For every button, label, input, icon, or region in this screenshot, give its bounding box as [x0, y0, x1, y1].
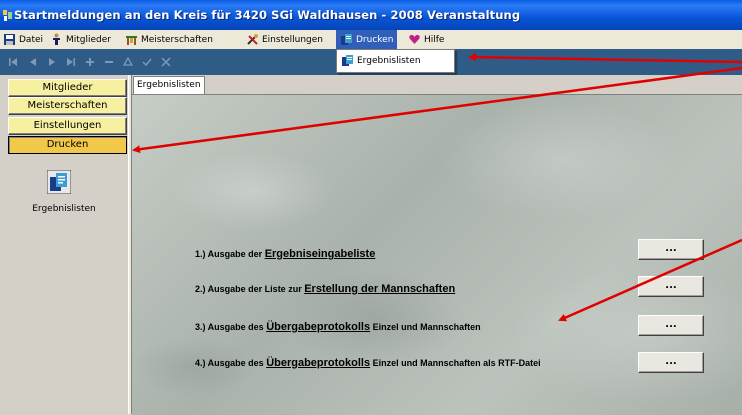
row-text: Einzel und Mannschaften als RTF-Datei [370, 358, 541, 368]
row-text: 2.) Ausgabe der Liste zur [195, 284, 305, 294]
window-title: Startmeldungen an den Kreis für 3420 SGi… [14, 8, 521, 22]
print-button-3[interactable]: ... [638, 315, 704, 336]
menu-label: Mitglieder [66, 34, 111, 45]
menu-bar: Datei Mitglieder Meisterschaften Einstel… [0, 30, 742, 49]
nav-button-drucken[interactable]: Drucken [8, 136, 127, 154]
drucken-dropdown: Ergebnislisten [336, 49, 455, 73]
content-area: Ergebnislisten 1.) Ausgabe der Ergebnise… [132, 75, 742, 415]
dropdown-item-label: Ergebnislisten [357, 55, 421, 66]
print-button-1[interactable]: ... [638, 239, 704, 260]
print-button-2[interactable]: ... [638, 276, 704, 297]
nav-button-meisterschaften[interactable]: Meisterschaften [8, 97, 127, 115]
row-text: 4.) Ausgabe des [195, 358, 267, 368]
menu-label: Einstellungen [262, 34, 324, 45]
row-link[interactable]: Übergabeprotokolls [266, 321, 370, 333]
row-link[interactable]: Übergabeprotokolls [266, 357, 370, 369]
menu-hilfe[interactable]: Hilfe [406, 30, 446, 49]
nav-button-mitglieder[interactable]: Mitglieder [8, 79, 127, 97]
podium-icon [126, 36, 137, 45]
print-option-row-1: 1.) Ausgabe der Ergebniseingabeliste [195, 248, 375, 260]
menu-mitglieder[interactable]: Mitglieder [48, 30, 113, 49]
menu-einstellungen[interactable]: Einstellungen [244, 30, 325, 49]
row-link[interactable]: Erstellung der Mannschaften [304, 283, 455, 295]
menu-label: Hilfe [424, 34, 445, 45]
title-bar: Startmeldungen an den Kreis für 3420 SGi… [0, 0, 742, 30]
save-icon [4, 34, 15, 45]
menu-meisterschaften[interactable]: Meisterschaften [123, 30, 215, 49]
next-record-icon[interactable] [47, 57, 57, 67]
menu-label: Meisterschaften [141, 34, 213, 45]
menu-label: Drucken [356, 34, 394, 45]
app-icon [3, 10, 12, 21]
row-text: 3.) Ausgabe des [195, 322, 267, 332]
dropdown-item-ergebnislisten[interactable]: Ergebnislisten [341, 54, 421, 67]
print-option-row-4: 4.) Ausgabe des Übergabeprotokolls Einze… [195, 357, 541, 369]
print-icon [341, 34, 352, 45]
tools-icon [247, 34, 258, 45]
print-icon [342, 55, 353, 66]
ergebnislisten-label: Ergebnislisten [32, 204, 96, 214]
left-navigation-panel: Mitglieder Meisterschaften Einstellungen… [0, 75, 128, 414]
post-record-icon[interactable] [142, 57, 152, 67]
row-link[interactable]: Ergebniseingabeliste [265, 248, 376, 260]
last-record-icon[interactable] [66, 57, 76, 67]
delete-record-icon[interactable] [104, 57, 114, 67]
menu-label: Datei [19, 34, 44, 45]
menu-datei[interactable]: Datei [1, 30, 45, 49]
help-icon [409, 34, 420, 44]
row-text: Einzel und Mannschaften [370, 322, 481, 332]
prev-record-icon[interactable] [28, 57, 38, 67]
edit-record-icon[interactable] [123, 57, 133, 67]
row-text: 1.) Ausgabe der [195, 249, 265, 259]
print-option-row-3: 3.) Ausgabe des Übergabeprotokolls Einze… [195, 321, 481, 333]
cancel-record-icon[interactable] [161, 57, 171, 67]
first-record-icon[interactable] [8, 57, 18, 67]
nav-button-einstellungen[interactable]: Einstellungen [8, 117, 127, 135]
ergebnislisten-print-icon[interactable] [47, 170, 71, 194]
print-option-row-2: 2.) Ausgabe der Liste zur Erstellung der… [195, 283, 455, 295]
print-button-4[interactable]: ... [638, 352, 704, 373]
person-icon [53, 33, 60, 45]
menu-drucken[interactable]: Drucken [336, 30, 398, 49]
tab-ergebnislisten[interactable]: Ergebnislisten [133, 76, 205, 95]
insert-record-icon[interactable] [85, 57, 95, 67]
